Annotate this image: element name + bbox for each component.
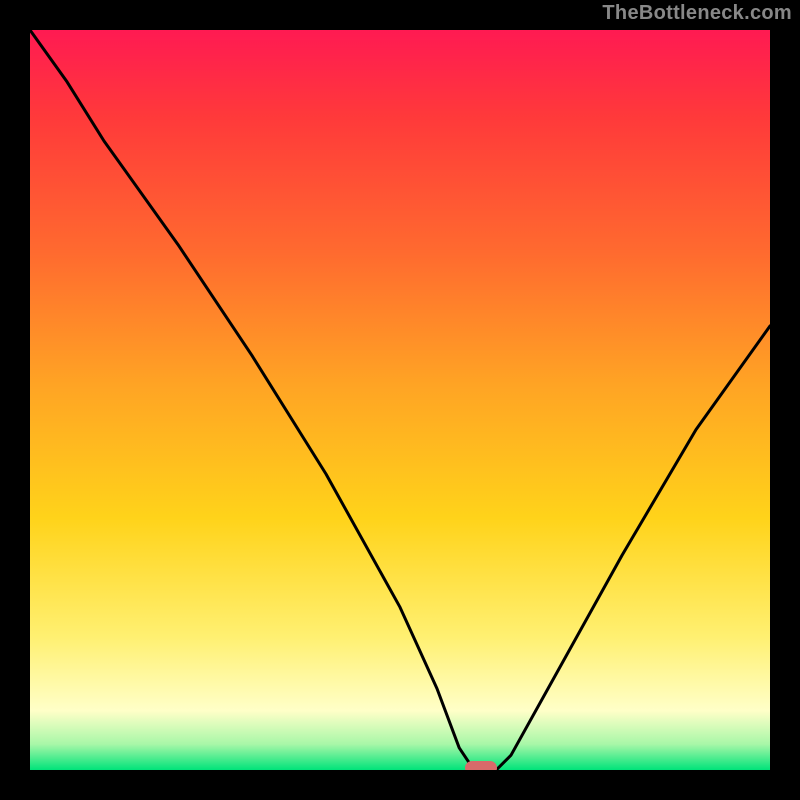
chart-container: TheBottleneck.com <box>0 0 800 800</box>
bottleneck-curve <box>30 30 770 770</box>
watermark-text: TheBottleneck.com <box>602 2 792 25</box>
optimal-marker <box>465 761 497 770</box>
plot-area <box>30 30 770 770</box>
